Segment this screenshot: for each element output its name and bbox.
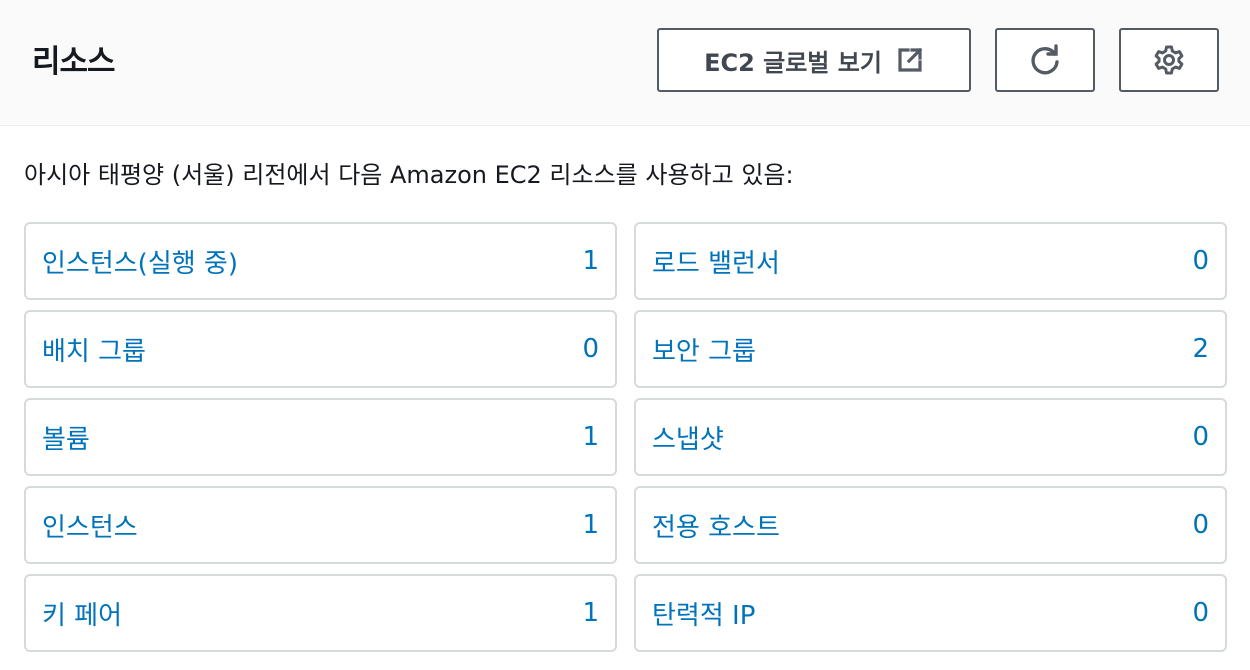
resource-card-elastic-ips[interactable]: 탄력적 IP 0: [634, 574, 1227, 652]
resource-label[interactable]: 스냅샷: [652, 419, 724, 456]
settings-button[interactable]: [1119, 28, 1219, 92]
resource-card-load-balancers[interactable]: 로드 밸런서 0: [634, 222, 1227, 300]
resource-label[interactable]: 배치 그룹: [42, 331, 146, 368]
resource-label[interactable]: 인스턴스(실행 중): [42, 243, 238, 280]
resource-label[interactable]: 인스턴스: [42, 507, 138, 544]
ec2-global-view-button[interactable]: EC2 글로벌 보기: [657, 28, 971, 92]
resource-card-instances[interactable]: 인스턴스 1: [24, 486, 617, 564]
resource-card-running-instances[interactable]: 인스턴스(실행 중) 1: [24, 222, 617, 300]
resource-count[interactable]: 0: [1192, 422, 1209, 452]
ec2-global-view-label: EC2 글로벌 보기: [704, 48, 882, 77]
resource-card-security-groups[interactable]: 보안 그룹 2: [634, 310, 1227, 388]
resource-label[interactable]: 보안 그룹: [652, 331, 756, 368]
resource-count[interactable]: 2: [1192, 334, 1209, 364]
resource-card-placement-groups[interactable]: 배치 그룹 0: [24, 310, 617, 388]
resource-grid: 인스턴스(실행 중) 1 로드 밸런서 0 배치 그룹 0 보안 그룹 2 볼륨…: [24, 222, 1227, 652]
resource-card-key-pairs[interactable]: 키 페어 1: [24, 574, 617, 652]
resource-count[interactable]: 1: [582, 422, 599, 452]
resource-label[interactable]: 탄력적 IP: [652, 595, 755, 632]
refresh-icon: [1028, 43, 1062, 77]
refresh-button[interactable]: [995, 28, 1095, 92]
resource-count[interactable]: 0: [1192, 246, 1209, 276]
gear-icon: [1153, 44, 1185, 76]
resource-card-volumes[interactable]: 볼륨 1: [24, 398, 617, 476]
resource-card-snapshots[interactable]: 스냅샷 0: [634, 398, 1227, 476]
resources-description: 아시아 태평양 (서울) 리전에서 다음 Amazon EC2 리소스를 사용하…: [24, 161, 794, 189]
panel-title: 리소스: [32, 44, 116, 80]
resource-label[interactable]: 전용 호스트: [652, 507, 780, 544]
resource-label[interactable]: 볼륨: [42, 419, 90, 456]
resource-label[interactable]: 로드 밸런서: [652, 243, 780, 280]
resource-count[interactable]: 0: [1192, 510, 1209, 540]
resource-label[interactable]: 키 페어: [42, 595, 122, 632]
resource-count[interactable]: 0: [582, 334, 599, 364]
resource-count[interactable]: 1: [582, 510, 599, 540]
resource-count[interactable]: 1: [582, 598, 599, 628]
resource-count[interactable]: 0: [1192, 598, 1209, 628]
resources-panel: 리소스 EC2 글로벌 보기 아시아 태평양 (서울) 리전에서 다음 Amaz…: [0, 0, 1250, 670]
resource-count[interactable]: 1: [582, 246, 599, 276]
resource-card-dedicated-hosts[interactable]: 전용 호스트 0: [634, 486, 1227, 564]
external-link-icon: [896, 46, 924, 74]
panel-header: 리소스 EC2 글로벌 보기: [0, 0, 1250, 126]
